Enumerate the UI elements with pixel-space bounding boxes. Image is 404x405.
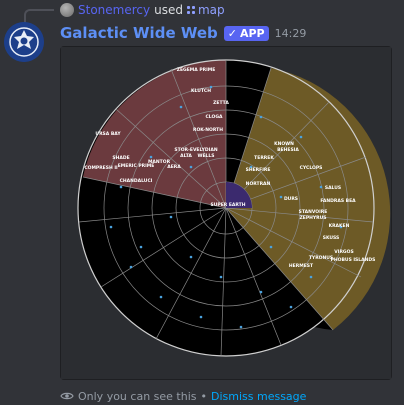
ephemeral-text: Only you can see this [78, 389, 197, 403]
planet-label: EMERIC PRIME [118, 163, 155, 169]
planet-label: HERMEST [289, 263, 314, 269]
planet-label: SALUS [325, 185, 341, 191]
planet-label: SHADE [112, 155, 129, 161]
galaxy-map-image[interactable]: ZEGEMA PRIME KLUTCH ZETTA CLOGA ROK-NORT… [60, 46, 392, 380]
planet-label: COMPRESH II [84, 165, 118, 171]
command-user-name[interactable]: Stonemercy [78, 3, 150, 17]
planet-label: CYCLOPS [300, 165, 323, 171]
message-timestamp[interactable]: 14:29 [275, 27, 307, 40]
planet-label: ALTA [180, 153, 192, 159]
planet-label: TERREK [254, 155, 274, 161]
eye-icon [60, 392, 74, 400]
check-icon: ✓ [227, 26, 237, 40]
slash-command-name: map [197, 3, 225, 17]
planet-label: KLUTCH [191, 88, 211, 94]
app-badge-label: APP [239, 26, 265, 40]
planet-label: AERA [167, 164, 181, 170]
message-header: Galactic Wide Web ✓ APP 14:29 [60, 23, 306, 43]
planet-label: BEHESIA [277, 147, 299, 153]
planet-label: STOR-EVELYDIAN [174, 147, 217, 153]
slash-command-icon [186, 6, 195, 14]
dismiss-message-link[interactable]: Dismiss message [211, 390, 306, 403]
planet-label: ZEGEMA PRIME [177, 67, 216, 73]
planet-label: PHOBUS ISLANDS [331, 257, 376, 263]
command-reply-line: Stonemercy used map [60, 2, 225, 18]
planet-label: ZEPHYRUS [299, 215, 326, 221]
planet-label: SHERFIRE [246, 167, 271, 173]
planet-label: KRAKEN [329, 223, 350, 229]
galaxy-map: ZEGEMA PRIME KLUTCH ZETTA CLOGA ROK-NORT… [61, 47, 391, 379]
planet-label: VIRGOS [334, 249, 353, 255]
planet-label: ZETTA [213, 100, 229, 106]
planet-label: STANVOIRE [299, 209, 328, 215]
bot-name[interactable]: Galactic Wide Web [60, 24, 218, 42]
planet-label: CLOGA [205, 114, 223, 120]
planet-label: ROK-NORTH [193, 127, 223, 133]
planet-label: KNOWN [274, 141, 294, 147]
planet-label: SKUSS [323, 235, 340, 241]
planet-label: DURS [284, 196, 298, 202]
used-label: used [154, 3, 183, 17]
planet-label: URSA BAY [95, 131, 121, 137]
slash-command[interactable]: map [186, 3, 225, 17]
separator-dot: • [200, 389, 208, 403]
planet-label: TYRONUS [309, 255, 333, 261]
ephemeral-notice: Only you can see this • Dismiss message [60, 389, 306, 403]
planet-label: WELLS [197, 153, 214, 159]
user-avatar[interactable] [60, 3, 74, 17]
super-earth-label: SUPER EARTH [211, 202, 246, 208]
planet-label: FANDRAS BEA [320, 198, 356, 204]
planet-label: NORTRAN [246, 181, 271, 187]
app-badge: ✓ APP [223, 25, 269, 41]
planet-label: CHANDALUCI [120, 178, 153, 184]
bot-avatar[interactable] [4, 22, 44, 62]
reply-connector [24, 9, 54, 23]
